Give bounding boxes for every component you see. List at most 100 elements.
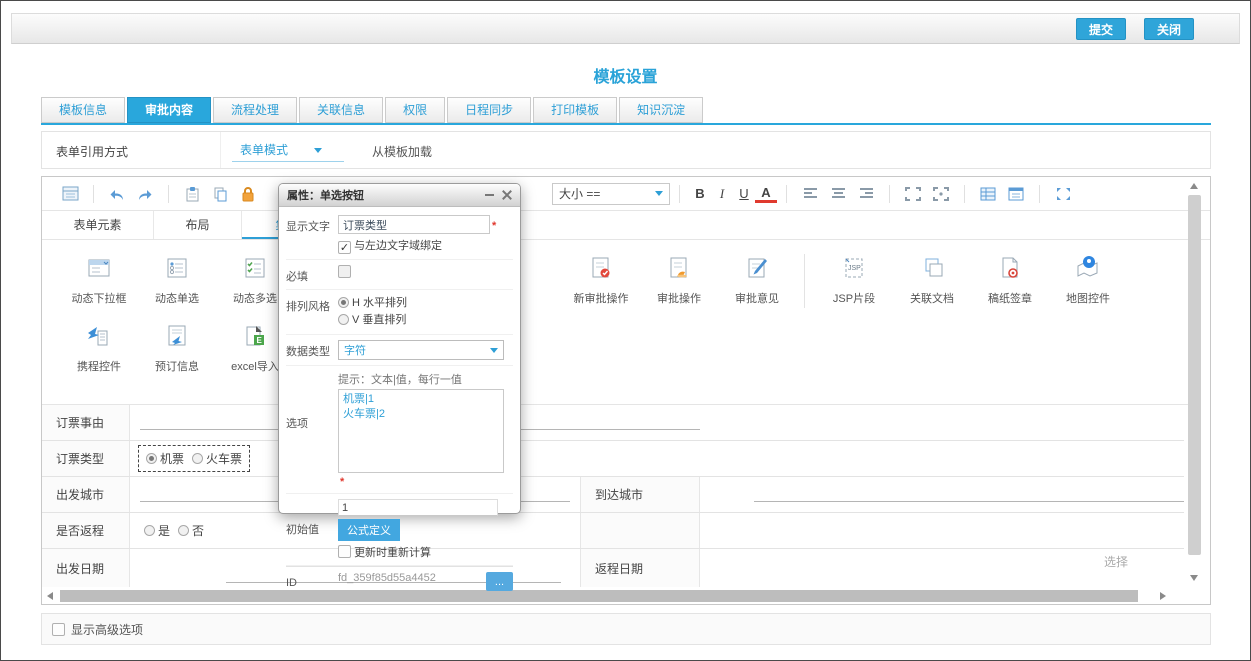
ctrip-control-icon: [60, 320, 138, 352]
show-advanced-checkbox[interactable]: [52, 623, 65, 636]
copy-icon[interactable]: [208, 182, 232, 206]
field-required: 必填: [286, 260, 513, 290]
align-right-icon[interactable]: [854, 182, 878, 206]
tab-underline: [41, 123, 1211, 125]
palette-item-map-control[interactable]: 地图控件: [1049, 252, 1127, 306]
initial-value-input[interactable]: [338, 499, 498, 516]
scroll-up-icon[interactable]: [1190, 183, 1198, 189]
field-label: 订票事由: [42, 405, 130, 440]
booking-info-icon: [138, 320, 216, 352]
palette-item-approval-opinion[interactable]: 审批意见: [718, 252, 796, 306]
date-choose-link[interactable]: 选择: [1104, 553, 1128, 570]
palette-item-jsp-fragment[interactable]: JSP JSP片段: [815, 252, 893, 306]
redo-icon[interactable]: [133, 182, 157, 206]
form-row-round-trip: 是否返程 是 否: [42, 513, 1184, 549]
form-designer: 大小 == B I U A: [41, 176, 1211, 605]
font-color-button[interactable]: A: [755, 185, 777, 203]
scroll-right-icon[interactable]: [1160, 592, 1166, 600]
horizontal-scroll-thumb[interactable]: [60, 590, 1138, 602]
minimize-icon[interactable]: [485, 194, 494, 196]
tab-knowledge[interactable]: 知识沉淀: [619, 97, 703, 123]
table-properties-icon[interactable]: [1004, 182, 1028, 206]
submit-button[interactable]: 提交: [1076, 18, 1126, 40]
load-from-template-link[interactable]: 从模板加载: [372, 143, 432, 160]
display-text-input[interactable]: [338, 215, 490, 234]
field-label: 出发日期: [42, 549, 130, 587]
palette-item-new-approval-action[interactable]: 新审批操作: [562, 252, 640, 306]
advanced-options-row: 显示高级选项: [41, 613, 1211, 645]
tab-template-info[interactable]: 模板信息: [41, 97, 125, 123]
palette-item-related-document[interactable]: 关联文档: [893, 252, 971, 306]
font-size-dropdown[interactable]: 大小 ==: [552, 183, 670, 205]
tab-print-template[interactable]: 打印模板: [533, 97, 617, 123]
expand-region-icon[interactable]: [901, 182, 925, 206]
close-button[interactable]: 关闭: [1144, 18, 1194, 40]
dynamic-dropdown-icon: [60, 252, 138, 284]
divider: [93, 185, 94, 203]
horizontal-radio[interactable]: [338, 297, 349, 308]
related-document-icon: [893, 252, 971, 284]
insert-table-icon[interactable]: [976, 182, 1000, 206]
recalc-checkbox[interactable]: [338, 545, 351, 558]
bind-left-text-checkbox[interactable]: [338, 241, 351, 254]
vertical-scrollbar[interactable]: [1187, 179, 1202, 585]
vertical-scroll-thumb[interactable]: [1188, 195, 1201, 555]
field-label: 是否返程: [42, 513, 130, 548]
dialog-titlebar[interactable]: 属性：单选按钮: [279, 184, 520, 207]
scroll-left-icon[interactable]: [47, 592, 53, 600]
palette-item-approval-action[interactable]: 审批操作: [640, 252, 718, 306]
radio-train[interactable]: [192, 453, 203, 464]
form-row-ticket-type: 订票类型 机票 火车票: [42, 441, 1184, 477]
options-textarea[interactable]: 机票|1 火车票|2: [338, 389, 504, 473]
form-row-departure-date: 出发日期 返程日期 选择: [42, 549, 1184, 587]
field-label: 订票类型: [42, 441, 130, 476]
required-mark: *: [492, 220, 496, 232]
svg-text:JSP: JSP: [848, 265, 861, 272]
palette-tab-layout[interactable]: 布局: [154, 211, 242, 239]
tab-process[interactable]: 流程处理: [213, 97, 297, 123]
palette-item-booking-info[interactable]: 预订信息: [138, 320, 216, 374]
italic-button[interactable]: I: [711, 186, 733, 202]
tab-schedule-sync[interactable]: 日程同步: [447, 97, 531, 123]
palette-item-paper-seal[interactable]: 稿纸签章: [971, 252, 1049, 306]
jsp-fragment-icon: JSP: [815, 252, 893, 284]
underline-button[interactable]: U: [733, 186, 755, 201]
bold-button[interactable]: B: [689, 186, 711, 201]
shrink-region-icon[interactable]: [929, 182, 953, 206]
id-more-button[interactable]: ...: [486, 572, 513, 591]
horizontal-scrollbar[interactable]: [44, 589, 1184, 603]
formula-define-button[interactable]: 公式定义: [338, 519, 400, 541]
tab-approval-content[interactable]: 审批内容: [127, 97, 211, 123]
field-id: ID fd_359f85d55a4452 ...: [286, 566, 513, 596]
scroll-down-icon[interactable]: [1190, 575, 1198, 581]
text-input-underline[interactable]: [754, 488, 1184, 502]
divider: [168, 185, 169, 203]
approval-opinion-icon: [718, 252, 796, 284]
tab-related-info[interactable]: 关联信息: [299, 97, 383, 123]
required-checkbox[interactable]: [338, 265, 351, 278]
palette-item-ctrip-control[interactable]: 携程控件: [60, 320, 138, 374]
fullscreen-icon[interactable]: [1051, 182, 1075, 206]
main-tabbar: 模板信息 审批内容 流程处理 关联信息 权限 日程同步 打印模板 知识沉淀: [41, 97, 703, 123]
palette-tab-form-elements[interactable]: 表单元素: [42, 211, 154, 239]
data-type-select[interactable]: 字符: [338, 340, 504, 360]
radio-no[interactable]: [178, 525, 189, 536]
align-center-icon[interactable]: [826, 182, 850, 206]
chevron-down-icon: [314, 148, 322, 153]
align-left-icon[interactable]: [798, 182, 822, 206]
lock-icon[interactable]: [236, 182, 260, 206]
vertical-radio[interactable]: [338, 314, 349, 325]
form-mode-dropdown[interactable]: 表单模式: [232, 140, 344, 162]
form-properties-icon[interactable]: [58, 182, 82, 206]
undo-icon[interactable]: [105, 182, 129, 206]
field-label: 出发城市: [42, 477, 130, 512]
selected-radio-group[interactable]: 机票 火车票: [138, 445, 250, 472]
radio-yes[interactable]: [144, 525, 155, 536]
close-icon[interactable]: [502, 190, 512, 200]
dialog-title: 属性：单选按钮: [287, 187, 364, 203]
palette-item-dynamic-dropdown[interactable]: 动态下拉框: [60, 252, 138, 306]
tab-permissions[interactable]: 权限: [385, 97, 445, 123]
palette-item-dynamic-radio[interactable]: 动态单选: [138, 252, 216, 306]
radio-plane[interactable]: [146, 453, 157, 464]
paste-icon[interactable]: [180, 182, 204, 206]
